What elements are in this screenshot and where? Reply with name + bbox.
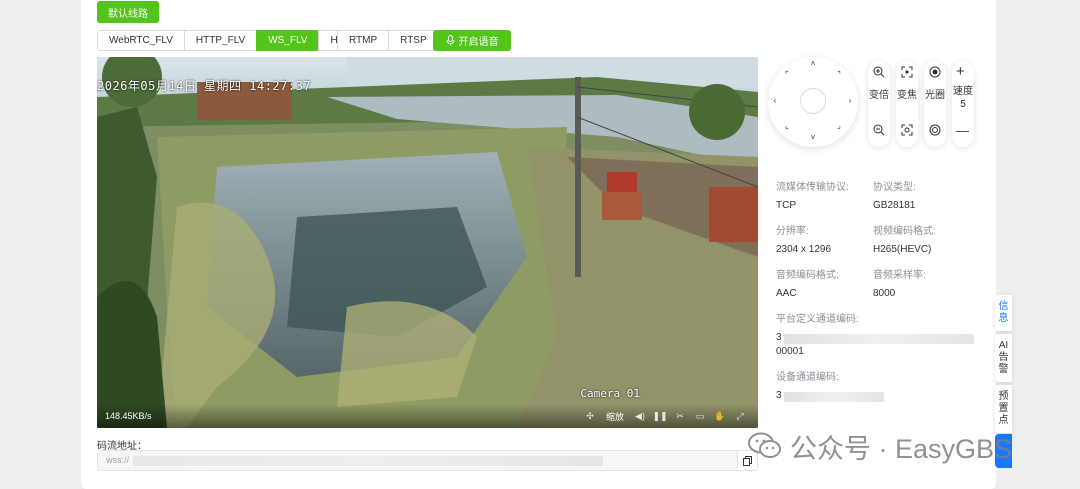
speed-label: 速度 5 <box>953 86 973 110</box>
video-codec-label: 视频编码格式: <box>873 226 936 237</box>
protocol-tabs-group-1: WebRTC_FLV HTTP_FLV WS_FLV HLS <box>97 30 362 51</box>
device-channel-redacted <box>784 392 884 402</box>
focus-label: 变焦 <box>897 90 917 101</box>
ptz-down-right-icon[interactable]: ⌟ <box>834 121 844 131</box>
record-icon[interactable]: ▭ <box>690 411 710 422</box>
bitrate-readout: 148.45KB/s <box>105 411 152 421</box>
side-tab-info[interactable]: 信息 <box>995 295 1012 331</box>
player-control-bar: 148.45KB/s ✣ 缩放 ◀) ❚❚ ✂ ▭ ✋ ⤢ <box>97 404 758 428</box>
platform-channel-redacted <box>784 334 974 344</box>
zoom-in-icon[interactable] <box>873 66 885 78</box>
watermark-text: 公众号 · EasyGBS <box>790 433 1013 464</box>
platform-channel-prefix: 3 <box>776 332 782 343</box>
audio-codec-value: AAC <box>776 288 797 299</box>
stream-url-field[interactable]: wss:// <box>97 450 741 471</box>
iris-open-icon[interactable] <box>929 66 941 78</box>
audio-codec-label: 音频编码格式: <box>776 270 839 281</box>
resolution-value: 2304 x 1296 <box>776 244 832 255</box>
ptz-up-left-icon[interactable]: ⌜ <box>782 70 792 80</box>
video-codec-value: H265(HEVC) <box>873 244 932 255</box>
wechat-watermark: 公众号 · EasyGBS <box>748 429 1013 464</box>
device-channel-prefix: 3 <box>776 390 782 401</box>
protocol-tabs-group-2: RTMP RTSP <box>337 30 439 51</box>
sample-rate-value: 8000 <box>873 288 896 299</box>
ptz-right-icon[interactable]: › <box>845 96 855 106</box>
ptz-left-icon[interactable]: ‹ <box>770 96 780 106</box>
screenshot-scissors-icon[interactable]: ✂ <box>670 411 690 422</box>
tab-rtsp[interactable]: RTSP <box>388 30 439 51</box>
camera-frame-image <box>97 57 758 428</box>
voice-button[interactable]: 开启语音 <box>433 30 511 51</box>
ptz-up-right-icon[interactable]: ⌝ <box>834 70 844 80</box>
video-player[interactable]: 2026年05月14日 星期四 14:27:37 Camera 01 148.4… <box>97 57 758 428</box>
device-channel-label: 设备通道编码: <box>776 372 839 383</box>
protocol-label: 协议类型: <box>873 182 916 193</box>
protocol-value: GB28181 <box>873 200 916 211</box>
ptz-iris-control: 光圈 <box>924 61 946 147</box>
focus-in-icon[interactable] <box>901 66 913 78</box>
stream-url-redacted <box>133 455 604 466</box>
microphone-icon <box>446 35 454 46</box>
osd-timestamp: 2026年05月14日 星期四 14:27:37 <box>97 79 312 93</box>
wechat-icon <box>748 432 781 458</box>
focus-out-icon[interactable] <box>901 124 913 136</box>
sample-rate-label: 音频采样率: <box>873 270 926 281</box>
ptz-speed-control: + 速度 5 — <box>952 61 974 147</box>
transport-value: TCP <box>776 200 796 211</box>
side-tab-ai-alarm[interactable]: AI告警 <box>995 334 1012 382</box>
zoom-out-icon[interactable] <box>873 124 885 136</box>
volume-icon[interactable]: ◀) <box>630 411 650 422</box>
hand-icon[interactable]: ✋ <box>710 411 730 422</box>
ptz-direction-pad: ˄ ˅ ‹ › ⌜ ⌝ ⌞ ⌟ <box>768 57 858 147</box>
default-line-button[interactable]: 默认线路 <box>97 1 159 23</box>
ptz-down-left-icon[interactable]: ⌞ <box>782 121 792 131</box>
ptz-up-icon[interactable]: ˄ <box>808 59 818 69</box>
stream-url-prefix: wss:// <box>106 455 130 465</box>
ptz-down-icon[interactable]: ˅ <box>808 133 818 143</box>
tab-http-flv[interactable]: HTTP_FLV <box>183 30 258 51</box>
osd-camera-name: Camera 01 <box>580 387 640 400</box>
zoom-button[interactable]: 缩放 <box>606 410 624 423</box>
resolution-label: 分辨率: <box>776 226 809 237</box>
ptz-center-button[interactable] <box>800 88 826 114</box>
speed-value: 5 <box>960 99 966 110</box>
tab-rtmp[interactable]: RTMP <box>337 30 390 51</box>
platform-channel-label: 平台定义通道编码: <box>776 314 859 325</box>
ptz-arrows-icon[interactable]: ✣ <box>580 411 600 422</box>
platform-channel-suffix: 00001 <box>776 346 804 357</box>
ptz-focus-control: 变焦 <box>896 61 918 147</box>
tab-webrtc-flv[interactable]: WebRTC_FLV <box>97 30 185 51</box>
fullscreen-icon[interactable]: ⤢ <box>730 411 750 422</box>
player-card: 默认线路 WebRTC_FLV HTTP_FLV WS_FLV HLS RTMP… <box>81 0 996 489</box>
iris-close-icon[interactable] <box>929 124 941 136</box>
pause-icon[interactable]: ❚❚ <box>650 411 670 422</box>
voice-button-label: 开启语音 <box>458 37 499 48</box>
zoom-label: 变倍 <box>869 90 889 101</box>
transport-label: 流媒体传输协议: <box>776 182 849 193</box>
iris-label: 光圈 <box>925 90 945 101</box>
speed-minus-icon[interactable]: — <box>956 123 969 138</box>
tab-ws-flv[interactable]: WS_FLV <box>256 30 320 51</box>
ptz-zoom-control: 变倍 <box>868 61 890 147</box>
speed-plus-icon[interactable]: + <box>956 63 965 80</box>
